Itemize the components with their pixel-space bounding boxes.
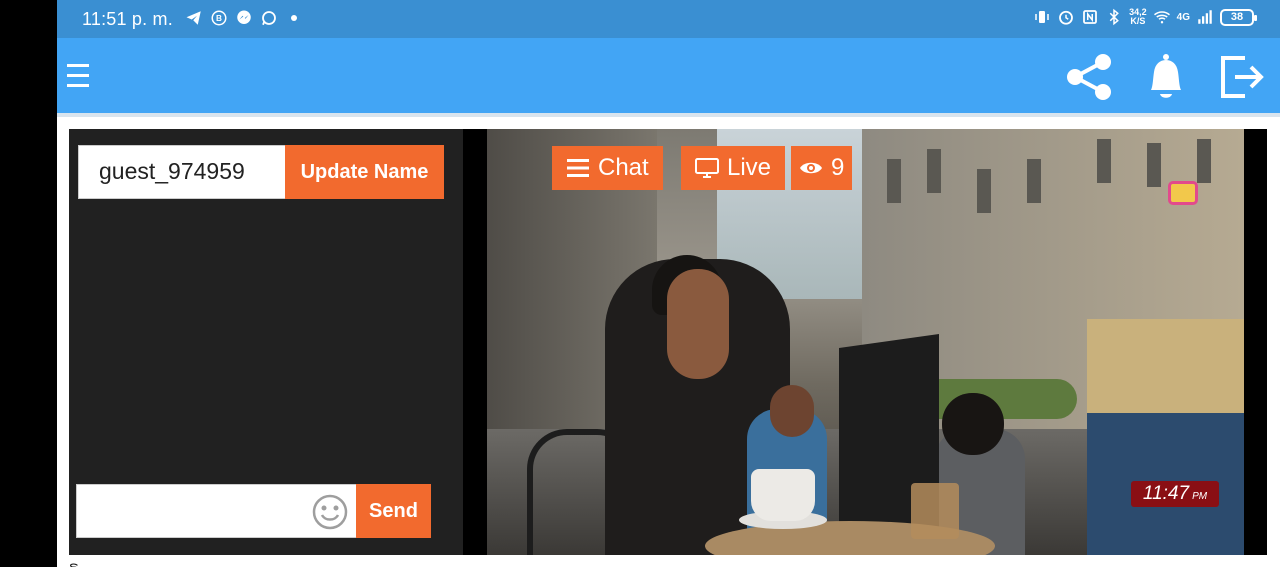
live-button[interactable]: Live [681,146,786,190]
update-name-button[interactable]: Update Name [285,145,444,199]
network-type: 4G [1176,11,1190,23]
svg-text:B: B [216,14,222,23]
alarm-icon [1059,10,1074,25]
chat-toggle-button[interactable]: Chat [552,146,663,190]
more-notifications-dot [291,15,297,21]
message-input[interactable] [76,484,357,538]
nfc-icon [1083,10,1098,24]
eye-icon [800,162,822,174]
chat-panel: guest_974959 Update Name Send [69,129,463,555]
video-player[interactable]: 11:47 PM Chat Live 9 [463,129,1267,555]
bluetooth-icon [1109,8,1119,26]
app-bar-divider [57,113,1280,117]
status-bar: 11:51 p. m. B 34,2 K/S 4G 38 [57,0,1280,38]
whatsapp-icon [262,11,276,26]
channel-logo-icon [1168,181,1198,205]
app-bar [57,38,1280,113]
bell-icon[interactable] [1139,50,1193,104]
system-icons: 34,2 K/S 4G 38 [1033,7,1257,26]
notification-icons: B [185,9,297,27]
send-button[interactable]: Send [356,484,431,538]
list-icon [567,159,589,177]
status-time: 11:51 p. m. [82,9,173,29]
username-input[interactable]: guest_974959 [78,145,286,199]
app-screen: 11:51 p. m. B 34,2 K/S 4G 38 guest_97495… [57,0,1280,567]
viewer-count: 9 [791,146,853,190]
monitor-icon [695,158,719,178]
emoji-icon[interactable] [311,493,349,531]
video-frame: 11:47 PM [487,129,1244,555]
signal-icon [1198,10,1212,24]
footer-partial-text: ຣ [69,558,79,567]
share-icon[interactable] [1063,50,1117,104]
network-speed: 34,2 K/S [1129,7,1147,26]
b-badge-icon: B [211,10,227,26]
wifi-icon [1153,11,1170,24]
telegram-icon [186,11,201,25]
vibrate-icon [1035,11,1049,23]
battery-indicator: 38 [1220,8,1257,26]
video-clock: 11:47 PM [1131,481,1219,507]
logout-icon[interactable] [1215,50,1269,104]
messenger-icon [237,10,251,24]
menu-icon[interactable] [67,60,91,92]
